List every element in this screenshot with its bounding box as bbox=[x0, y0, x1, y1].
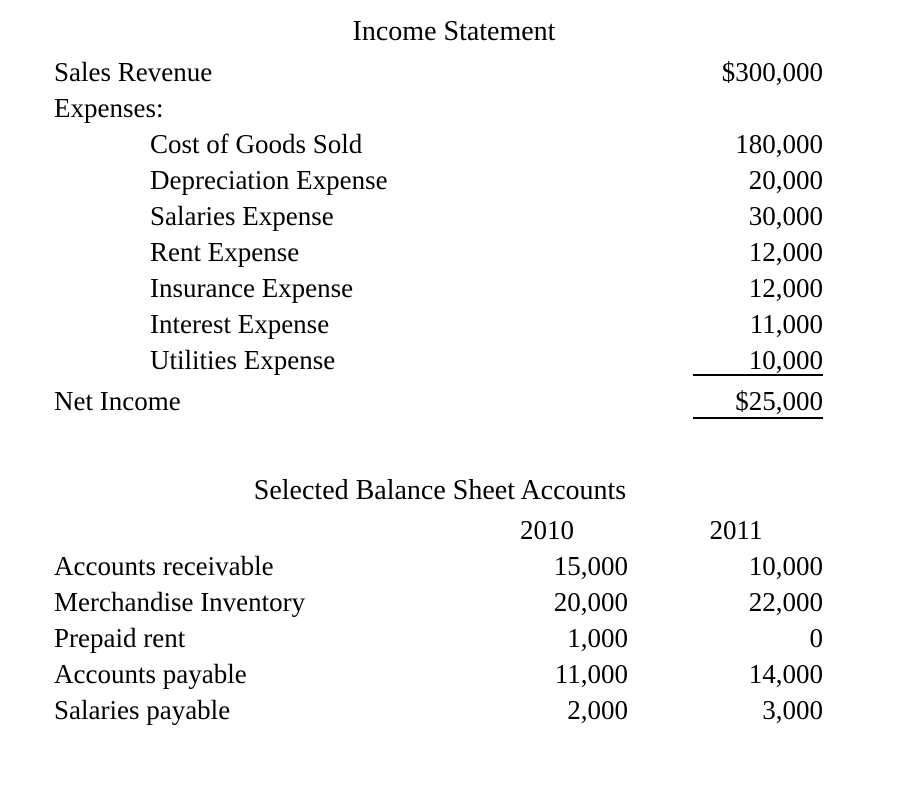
balance-value-2011: 14,000 bbox=[748, 659, 823, 689]
income-row-rent-expense: Rent Expense 12,000 bbox=[0, 234, 908, 270]
balance-value-2010: 11,000 bbox=[554, 659, 628, 689]
document-page: Income Statement Sales Revenue $300,000 … bbox=[0, 0, 908, 791]
column-header-2010: 2010 bbox=[520, 515, 574, 545]
income-row-depreciation-expense: Depreciation Expense 20,000 bbox=[0, 162, 908, 198]
balance-row-merchandise-inventory: Merchandise Inventory 20,000 22,000 bbox=[0, 584, 908, 620]
income-row-interest-expense: Interest Expense 11,000 bbox=[0, 306, 908, 342]
income-label: Utilities Expense bbox=[150, 345, 336, 375]
income-row-cost-of-goods-sold: Cost of Goods Sold 180,000 bbox=[0, 126, 908, 162]
income-statement-title: Income Statement bbox=[352, 16, 556, 47]
balance-sheet-title: Selected Balance Sheet Accounts bbox=[253, 475, 627, 506]
balance-label: Accounts receivable bbox=[54, 551, 274, 581]
balance-row-salaries-payable: Salaries payable 2,000 3,000 bbox=[0, 692, 908, 728]
income-label: Depreciation Expense bbox=[150, 165, 388, 195]
income-row-salaries-expense: Salaries Expense 30,000 bbox=[0, 198, 908, 234]
balance-label: Prepaid rent bbox=[54, 623, 186, 653]
income-row-sales-revenue: Sales Revenue $300,000 bbox=[0, 54, 908, 90]
income-label: Insurance Expense bbox=[150, 273, 354, 303]
income-row-utilities-expense: Utilities Expense 10,000 bbox=[0, 342, 908, 378]
income-amount: 20,000 bbox=[748, 165, 823, 195]
income-row-net-income: Net Income $25,000 bbox=[0, 383, 908, 419]
income-label: Interest Expense bbox=[150, 309, 330, 339]
balance-label: Merchandise Inventory bbox=[54, 587, 306, 617]
income-amount: $25,000 bbox=[735, 386, 823, 416]
income-label: Sales Revenue bbox=[54, 57, 213, 87]
balance-value-2010: 20,000 bbox=[553, 587, 628, 617]
balance-row-prepaid-rent: Prepaid rent 1,000 0 bbox=[0, 620, 908, 656]
balance-value-2011: 0 bbox=[809, 623, 824, 653]
income-row-insurance-expense: Insurance Expense 12,000 bbox=[0, 270, 908, 306]
income-amount: 12,000 bbox=[748, 273, 823, 303]
subtotal-rule bbox=[693, 374, 823, 376]
balance-value-2010: 15,000 bbox=[553, 551, 628, 581]
balance-value-2011: 3,000 bbox=[762, 695, 823, 725]
balance-value-2011: 10,000 bbox=[748, 551, 823, 581]
balance-label: Salaries payable bbox=[54, 695, 231, 725]
column-header-2011: 2011 bbox=[709, 515, 763, 545]
income-label: Salaries Expense bbox=[150, 201, 334, 231]
balance-value-2010: 1,000 bbox=[567, 623, 628, 653]
balance-value-2010: 2,000 bbox=[567, 695, 628, 725]
income-label: Cost of Goods Sold bbox=[150, 129, 363, 159]
balance-row-accounts-receivable: Accounts receivable 15,000 10,000 bbox=[0, 548, 908, 584]
income-row-expenses-header: Expenses: bbox=[0, 90, 908, 126]
income-amount: 10,000 bbox=[748, 345, 823, 375]
income-amount: 30,000 bbox=[748, 201, 823, 231]
income-label: Net Income bbox=[54, 386, 181, 416]
total-rule bbox=[693, 417, 823, 419]
income-label: Rent Expense bbox=[150, 237, 300, 267]
income-label: Expenses: bbox=[54, 93, 164, 123]
income-amount: 11,000 bbox=[749, 309, 823, 339]
income-amount: $300,000 bbox=[721, 57, 823, 87]
income-amount: 12,000 bbox=[748, 237, 823, 267]
balance-value-2011: 22,000 bbox=[748, 587, 823, 617]
income-amount: 180,000 bbox=[735, 129, 823, 159]
balance-label: Accounts payable bbox=[54, 659, 247, 689]
balance-row-accounts-payable: Accounts payable 11,000 14,000 bbox=[0, 656, 908, 692]
balance-sheet-column-headers: 2010 2011 bbox=[0, 512, 908, 548]
